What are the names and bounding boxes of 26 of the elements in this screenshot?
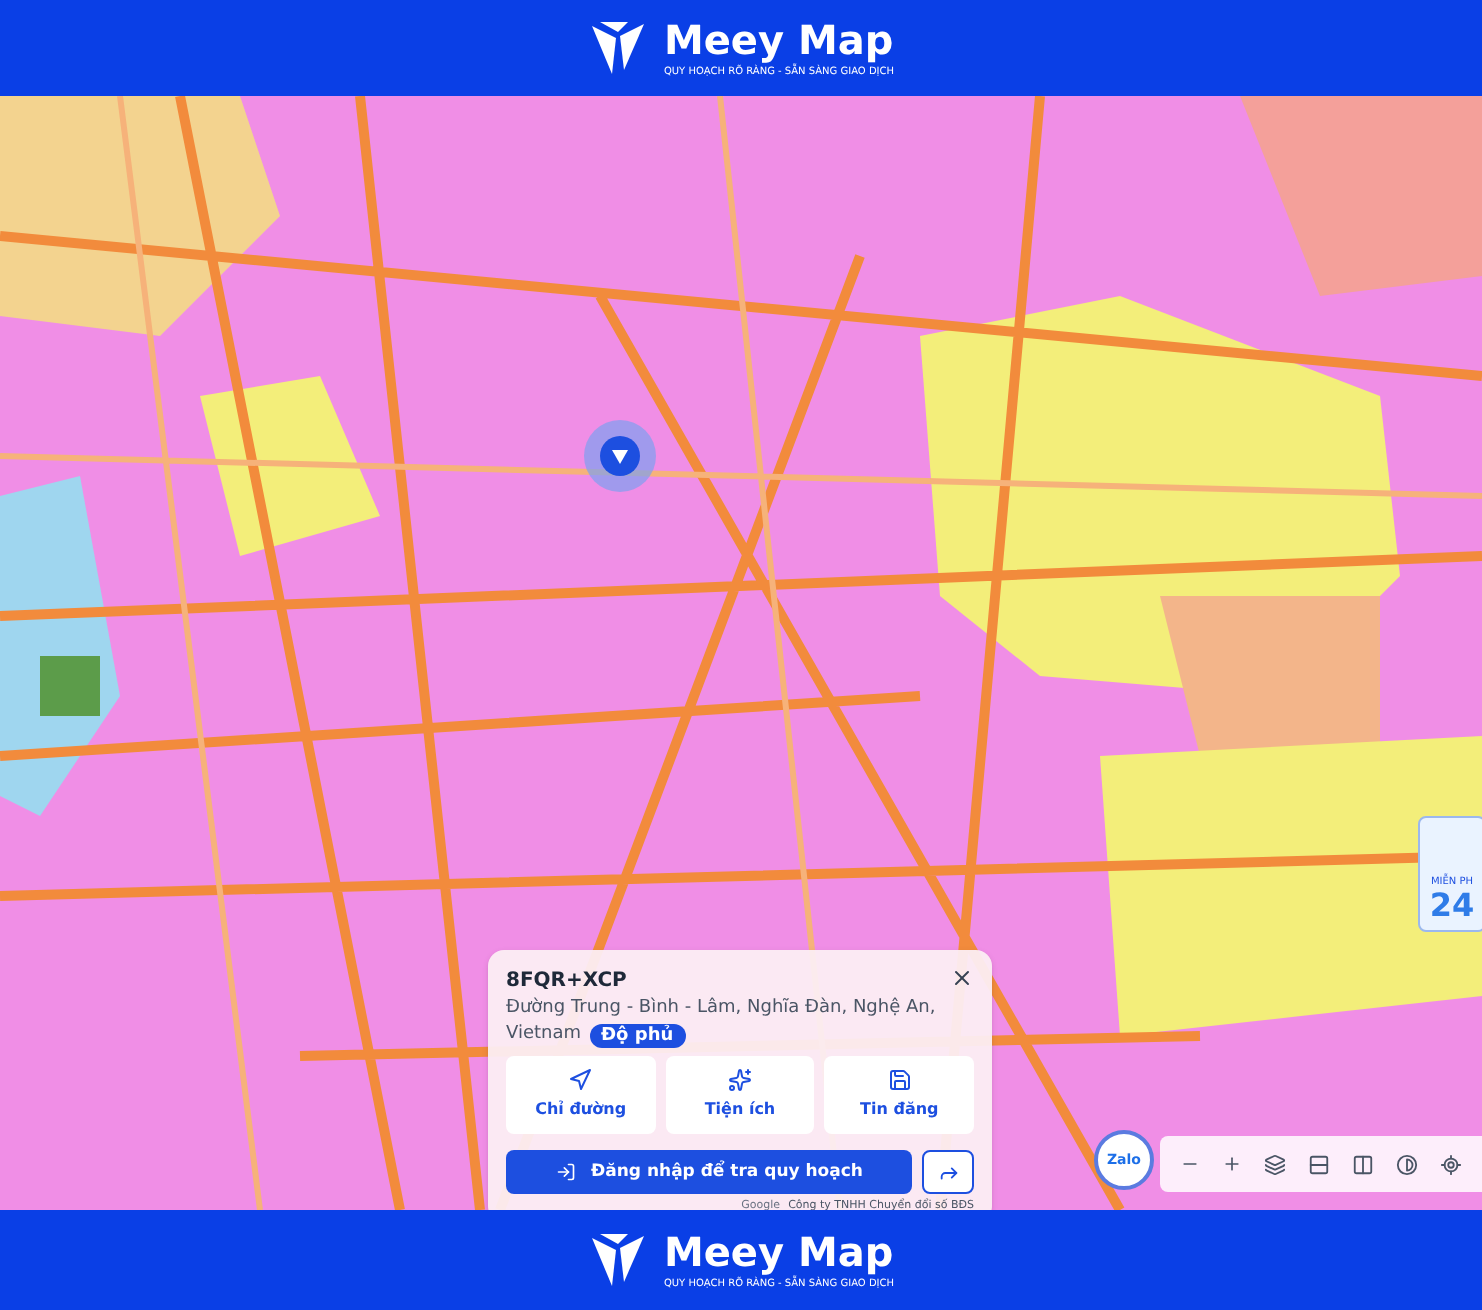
login-button[interactable]: Đăng nhập để tra quy hoạch [506, 1150, 912, 1194]
share-icon [937, 1161, 959, 1183]
plus-code: 8FQR+XCP [506, 968, 627, 996]
logo-icon [587, 18, 648, 78]
address-text: Đường Trung - Bình - Lâm, Nghĩa Đàn, Nghệ An, [506, 996, 936, 1022]
share-button[interactable] [922, 1150, 974, 1194]
layers-icon[interactable] [1263, 1153, 1286, 1175]
contrast-icon[interactable] [1396, 1153, 1419, 1175]
brand-name: Meey Map [663, 1231, 895, 1271]
coverage-badge[interactable]: Độ phủ [589, 1023, 686, 1047]
columns-icon[interactable] [1352, 1153, 1375, 1175]
amenities-icon [727, 1068, 752, 1092]
action-button[interactable]: Chỉ đường [506, 1056, 656, 1134]
close-icon[interactable] [950, 966, 974, 990]
directions-icon [568, 1068, 593, 1092]
promo-number: 24 [1429, 890, 1475, 922]
logo-icon [587, 1230, 648, 1290]
listings-icon [887, 1068, 912, 1092]
brand-name: Meey Map [663, 19, 895, 59]
action-button[interactable]: Tin đăng [824, 1056, 974, 1134]
login-icon [555, 1162, 576, 1182]
zoom-in-icon[interactable] [1221, 1154, 1242, 1174]
action-button[interactable]: Tiện ích [665, 1056, 815, 1134]
address-text: Vietnam [506, 1022, 582, 1048]
rows-icon[interactable] [1307, 1153, 1330, 1175]
locate-icon[interactable] [1440, 1153, 1463, 1175]
